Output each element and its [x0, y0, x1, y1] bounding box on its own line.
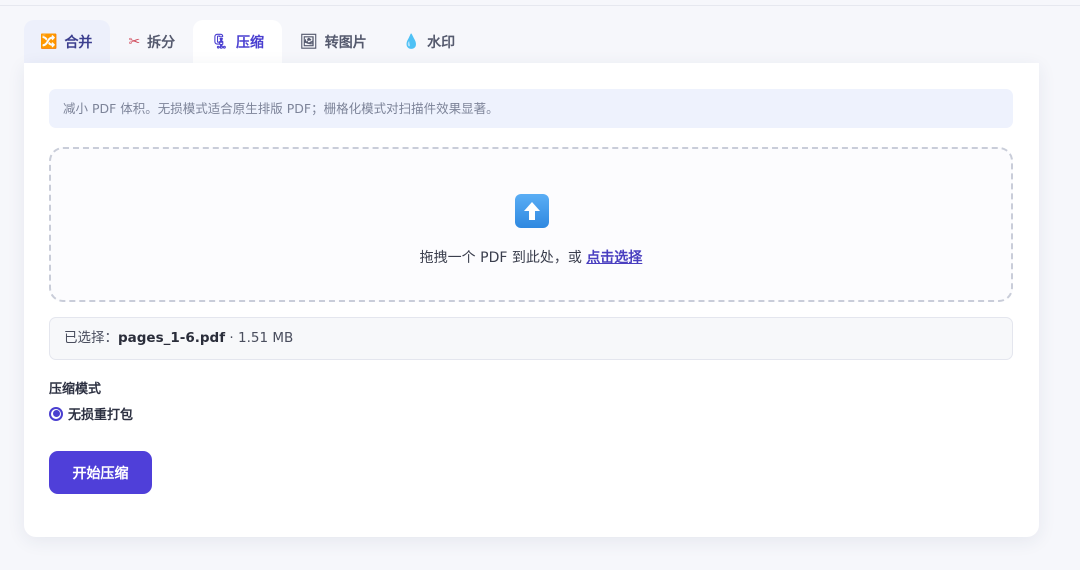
tab-to-image[interactable]: 🖼 转图片: [282, 20, 385, 63]
selected-file-bar: 已选择：pages_1-6.pdf · 1.51 MB: [49, 317, 1013, 360]
upload-arrow-icon: [515, 194, 549, 228]
clamp-icon: 🗜: [211, 33, 229, 50]
compress-panel: 减小 PDF 体积。无损模式适合原生排版 PDF；栅格化模式对扫描件效果显著。 …: [24, 63, 1039, 537]
tab-label: 压缩: [235, 34, 264, 51]
selected-prefix: 已选择：: [64, 330, 118, 346]
info-banner: 减小 PDF 体积。无损模式适合原生排版 PDF；栅格化模式对扫描件效果显著。: [49, 89, 1013, 128]
choose-file-link[interactable]: 点击选择: [586, 250, 642, 266]
lossless-option[interactable]: 无损重打包: [49, 404, 133, 423]
top-divider: [0, 5, 1080, 6]
shuffle-icon: 🔀: [40, 33, 58, 50]
tab-label: 转图片: [324, 34, 367, 51]
lossless-label: 无损重打包: [68, 408, 134, 423]
tab-bar: 🔀 合并 ✂ 拆分 🗜 压缩 🖼 转图片 💧 水印: [24, 20, 473, 63]
lossless-radio[interactable]: [49, 406, 63, 421]
picture-icon: 🖼: [299, 33, 318, 50]
tab-label: 拆分: [147, 34, 176, 51]
tab-split[interactable]: ✂ 拆分: [110, 20, 193, 63]
tab-watermark[interactable]: 💧 水印: [385, 20, 473, 63]
selected-file-name: pages_1-6.pdf: [118, 330, 226, 346]
pdf-dropzone[interactable]: 拖拽一个 PDF 到此处，或 点击选择: [49, 147, 1013, 302]
compress-mode-title: 压缩模式: [49, 382, 102, 397]
selected-file-size: · 1.51 MB: [225, 330, 294, 346]
tab-merge[interactable]: 🔀 合并: [24, 20, 111, 63]
dropzone-text: 拖拽一个 PDF 到此处，或 点击选择: [51, 247, 1011, 267]
droplet-icon: 💧: [402, 33, 421, 50]
start-compress-button[interactable]: 开始压缩: [49, 451, 152, 494]
tab-label: 合并: [64, 34, 93, 51]
dropzone-instruction: 拖拽一个 PDF 到此处，或: [419, 250, 587, 266]
tab-compress[interactable]: 🗜 压缩: [193, 20, 282, 63]
tab-label: 水印: [427, 34, 456, 51]
scissors-icon: ✂: [128, 33, 141, 50]
